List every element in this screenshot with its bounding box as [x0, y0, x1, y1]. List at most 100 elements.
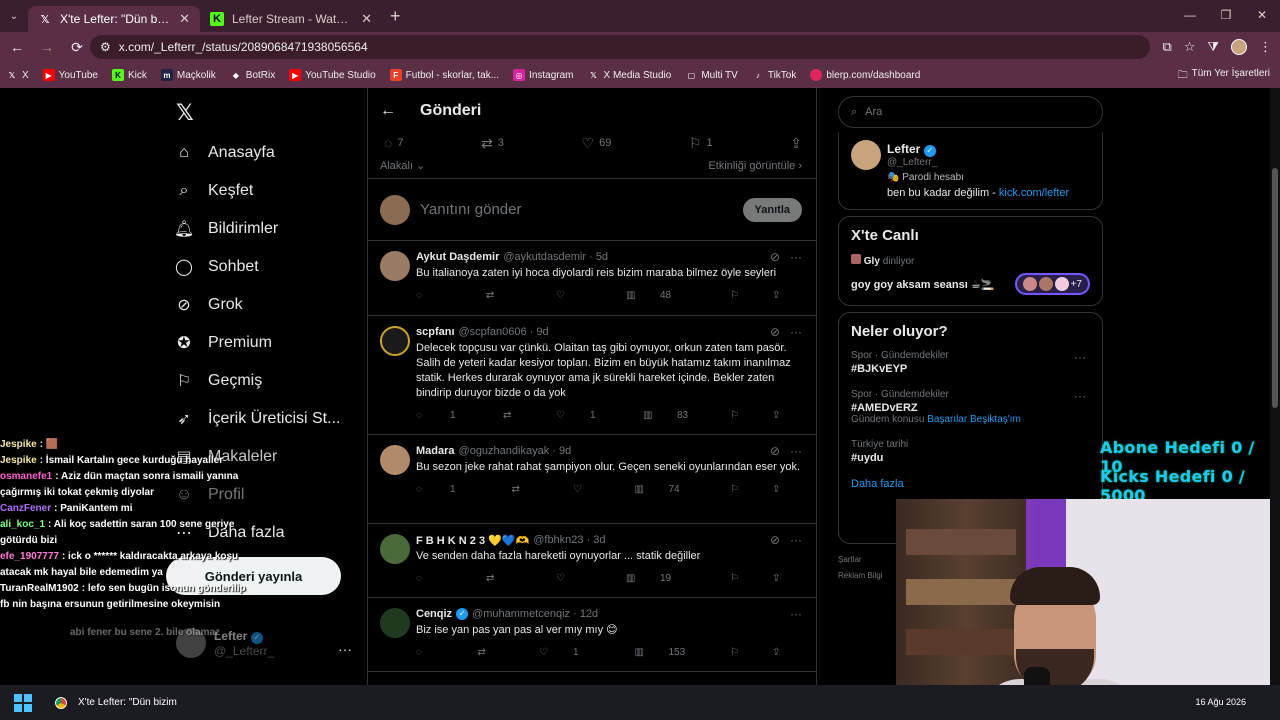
author-name[interactable]: Cenqiz: [416, 608, 452, 620]
reload-icon[interactable]: ⟳: [64, 39, 90, 56]
live-space-title[interactable]: goy goy aksam seansı ☕🚬: [851, 278, 994, 291]
chrome-icon[interactable]: [52, 693, 70, 712]
author-name[interactable]: F B H K N 2 3 💛💙🫶: [416, 534, 529, 547]
like-stat[interactable]: ♡ 1: [539, 647, 603, 658]
listener-avatars[interactable]: +7: [1014, 273, 1090, 295]
bookmark-icon[interactable]: ⚐: [730, 290, 760, 301]
views-stat[interactable]: ▥ 83: [643, 410, 707, 421]
author-name[interactable]: scpfanı: [416, 326, 455, 338]
avatar[interactable]: [380, 534, 410, 564]
bookmark-count[interactable]: ⚐ 1: [689, 135, 713, 152]
site-info-icon[interactable]: ⚙: [100, 40, 111, 54]
author-name[interactable]: Madara: [416, 445, 455, 457]
more-dots-icon[interactable]: ···: [1074, 350, 1086, 364]
grok-icon[interactable]: ⊘: [770, 250, 780, 264]
profile-link[interactable]: kick.com/lefter: [999, 187, 1069, 199]
url-field[interactable]: ⚙ x.com/_Lefterr_/status/208906847193805…: [90, 35, 1150, 59]
x-logo-icon[interactable]: 𝕏: [176, 100, 194, 126]
bookmark-blerp[interactable]: blerp.com/dashboard: [810, 69, 920, 81]
nav-creator-studio[interactable]: ➶ İçerik Üreticisi St...: [174, 409, 340, 429]
avatar[interactable]: [851, 140, 881, 170]
reply-icon[interactable]: ◌: [416, 573, 446, 584]
nav-notifications[interactable]: 🔔︎ Bildirimler: [174, 219, 278, 239]
repost-icon[interactable]: ⇄: [503, 410, 533, 421]
extensions-icon[interactable]: ⧩: [1207, 39, 1219, 55]
bookmark-x-media-studio[interactable]: 𝕏X Media Studio: [588, 69, 671, 81]
tab-search-icon[interactable]: ⌄: [0, 11, 28, 22]
nav-bookmarks[interactable]: ⚐ Geçmiş: [174, 371, 262, 391]
scrollbar-thumb[interactable]: [1272, 168, 1278, 408]
more-dots-icon[interactable]: ···: [790, 325, 802, 339]
bookmark-multi-tv[interactable]: ▢ Multi TV: [685, 69, 738, 81]
trend-topic-link[interactable]: Başarılar Beşiktaş'ım: [927, 414, 1021, 425]
reply-icon[interactable]: ◌: [416, 290, 446, 301]
more-dots-icon[interactable]: ···: [338, 641, 352, 657]
bookmark-futbol[interactable]: F Futbol - skorlar, tak...: [389, 69, 499, 81]
close-tab-icon[interactable]: ✕: [361, 11, 372, 27]
relevance-dropdown[interactable]: Alakalı ⌄: [380, 159, 425, 172]
trend-item[interactable]: Spor · Gündemdekiler #BJKvEYP ···: [851, 350, 1090, 375]
views-stat[interactable]: ▥ 48: [626, 290, 690, 301]
profile-name[interactable]: Lefter: [887, 142, 920, 156]
nav-explore[interactable]: ⌕ Keşfet: [174, 181, 254, 201]
repost-icon[interactable]: ⇄: [512, 484, 542, 495]
reply-post[interactable]: F B H K N 2 3 💛💙🫶 @fbhkn23 · 3d ⊘ ··· Ve se…: [368, 524, 816, 598]
like-count[interactable]: ♡ 69: [582, 135, 612, 152]
reply-stat[interactable]: ◌ 1: [416, 410, 480, 421]
views-stat[interactable]: ▥ 74: [635, 484, 699, 495]
new-tab-icon[interactable]: +: [390, 6, 401, 27]
reply-button[interactable]: Yanıtla: [742, 197, 802, 222]
author-name[interactable]: Aykut Daşdemir: [416, 251, 499, 263]
reply-post[interactable]: scpfanı @scpfan0606 · 9d ⊘ ··· Delecek topç…: [368, 316, 816, 435]
nav-grok[interactable]: ⊘ Grok: [174, 295, 242, 315]
views-stat[interactable]: ▥ 19: [626, 573, 690, 584]
tab-kick-stream[interactable]: K Lefter Stream - Watch Live on Kick ✕: [200, 6, 382, 32]
view-activity-link[interactable]: Etkinliği görüntüle ›: [708, 160, 802, 172]
taskbar-window-title[interactable]: X'te Lefter: "Dün bizim y: [78, 697, 178, 708]
share-icon[interactable]: ⇪: [772, 290, 802, 301]
back-icon[interactable]: ←: [4, 39, 30, 55]
back-arrow-icon[interactable]: ←: [380, 102, 396, 120]
avatar[interactable]: [380, 445, 410, 475]
grok-icon[interactable]: ⊘: [770, 533, 780, 547]
bookmark-kick[interactable]: K Kick: [111, 69, 147, 81]
more-dots-icon[interactable]: ···: [790, 607, 802, 621]
bookmark-tiktok[interactable]: ♪ TikTok: [752, 69, 797, 81]
heart-icon[interactable]: ♡: [556, 290, 586, 301]
close-window-icon[interactable]: ✕: [1244, 0, 1280, 32]
page-scrollbar[interactable]: [1270, 88, 1280, 685]
show-more-link[interactable]: Daha fazla: [851, 478, 1090, 490]
more-dots-icon[interactable]: ···: [790, 250, 802, 264]
grok-icon[interactable]: ⊘: [770, 325, 780, 339]
share-icon[interactable]: ⇪: [772, 410, 802, 421]
share-icon[interactable]: ⇪: [772, 573, 802, 584]
nav-chat[interactable]: ◯ Sohbet: [174, 257, 259, 277]
repost-icon[interactable]: ⇄: [478, 647, 508, 658]
bookmark-icon[interactable]: ⚐: [730, 573, 760, 584]
repost-icon[interactable]: ⇄: [486, 290, 516, 301]
bookmark-x[interactable]: 𝕏X: [6, 69, 29, 81]
nav-home[interactable]: ⌂ Anasayfa: [174, 143, 275, 163]
more-dots-icon[interactable]: ···: [790, 533, 802, 547]
host-name[interactable]: Gly: [864, 256, 880, 267]
tab-x-post[interactable]: 𝕏 X'te Lefter: "Dün bizim yapamad ✕: [28, 6, 200, 32]
share-icon[interactable]: ⇪: [772, 484, 802, 495]
share-icon[interactable]: ⇪: [772, 647, 802, 658]
nav-premium[interactable]: ✪ Premium: [174, 333, 272, 353]
restore-icon[interactable]: ❐: [1208, 0, 1244, 32]
bookmark-icon[interactable]: ⚐: [730, 647, 760, 658]
reply-icon[interactable]: ◌: [416, 647, 446, 658]
reply-post[interactable]: Aykut Daşdemir @aykutdasdemir · 5d ⊘ ··· Bu…: [368, 241, 816, 316]
bookmark-mackolik[interactable]: m Maçkolik: [160, 69, 216, 81]
install-app-icon[interactable]: ⧉: [1162, 39, 1171, 55]
minimize-icon[interactable]: —: [1172, 0, 1208, 32]
trend-item[interactable]: Türkiye tarihi #uydu: [851, 439, 1090, 464]
forward-icon[interactable]: →: [34, 39, 60, 55]
reply-input[interactable]: Yanıtını gönder: [420, 201, 733, 218]
bookmark-icon[interactable]: ⚐: [730, 484, 760, 495]
windows-start-icon[interactable]: [14, 693, 32, 712]
avatar[interactable]: [380, 608, 410, 638]
bookmark-youtube-studio[interactable]: ▶ YouTube Studio: [289, 69, 376, 81]
share-icon[interactable]: ⇪: [790, 135, 802, 152]
close-tab-icon[interactable]: ✕: [179, 11, 190, 27]
